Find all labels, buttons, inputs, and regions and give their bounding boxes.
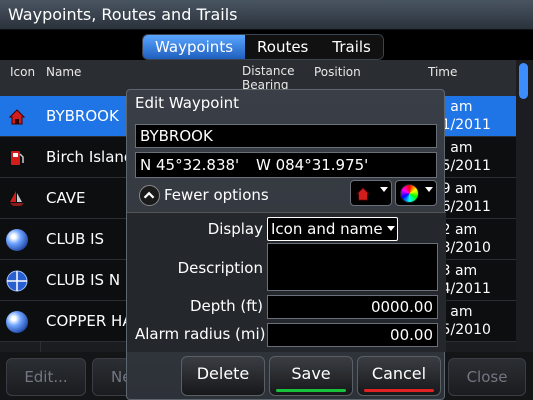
alarm-radius-label: Alarm radius (mi) — [135, 325, 266, 343]
blue-sphere-icon — [6, 311, 28, 333]
crosshair-sphere-icon — [6, 270, 28, 292]
row-name: CLUB IS N — [46, 271, 121, 289]
display-label: Display — [207, 220, 263, 238]
longitude-value: W 084°31.975' — [255, 156, 369, 174]
edit-button[interactable]: Edit... — [6, 358, 86, 396]
tab-waypoints[interactable]: Waypoints — [143, 35, 246, 59]
row-name: CAVE — [46, 189, 86, 207]
row-name: BYBROOK — [46, 107, 119, 125]
depth-label: Depth (ft) — [189, 297, 263, 315]
edit-waypoint-dialog: Edit Waypoint BYBROOK N 45°32.838' W 084… — [126, 89, 446, 400]
window-title: Waypoints, Routes and Trails — [0, 0, 533, 30]
row-name: Birch Island — [46, 148, 134, 166]
chevron-down-icon — [380, 187, 388, 192]
icon-select[interactable] — [350, 180, 392, 206]
cancel-button[interactable]: Cancel — [357, 356, 441, 396]
fewer-options-toggle[interactable] — [139, 185, 160, 206]
waypoint-name-field[interactable]: BYBROOK — [135, 124, 437, 148]
description-label: Description — [177, 259, 263, 277]
color-wheel-icon — [400, 184, 419, 203]
scrollbar-thumb[interactable] — [519, 63, 528, 99]
row-name: CLUB IS — [46, 230, 105, 248]
latitude-value: N 45°32.838' — [140, 156, 240, 174]
header-position: Position — [314, 65, 361, 79]
tab-routes[interactable]: Routes — [245, 35, 321, 59]
row-name: COPPER HA — [46, 312, 133, 330]
sailboat-icon — [10, 191, 24, 206]
delete-button-label: Delete — [196, 364, 250, 383]
header-icon: Icon — [10, 65, 36, 79]
header-distance: Distance — [242, 64, 295, 78]
tab-bar: Waypoints Routes Trails — [142, 34, 384, 60]
house-icon — [8, 109, 26, 125]
dialog-title: Edit Waypoint — [135, 94, 240, 112]
alarm-radius-field[interactable]: 00.00 — [267, 323, 438, 347]
fuel-pump-icon — [11, 151, 24, 165]
save-button[interactable]: Save — [269, 356, 353, 396]
display-select[interactable]: Icon and name — [267, 217, 398, 241]
house-icon — [355, 187, 371, 201]
color-select[interactable] — [395, 180, 437, 206]
save-button-label: Save — [291, 364, 331, 383]
save-accent — [276, 389, 346, 392]
table-scrollbar[interactable] — [516, 60, 533, 352]
delete-button[interactable]: Delete — [181, 356, 265, 396]
header-time: Time — [428, 65, 458, 79]
chevron-down-icon — [425, 187, 433, 192]
display-value: Icon and name — [271, 220, 383, 238]
description-field[interactable] — [267, 243, 438, 291]
blue-sphere-icon — [6, 229, 28, 251]
position-field[interactable]: N 45°32.838' W 084°31.975' — [135, 152, 437, 178]
chevron-down-icon — [387, 226, 395, 231]
cancel-accent — [364, 389, 434, 392]
chevron-up-icon — [143, 191, 155, 199]
cancel-button-label: Cancel — [371, 364, 427, 383]
depth-field[interactable]: 0000.00 — [267, 295, 438, 319]
close-button[interactable]: Close — [448, 358, 526, 396]
header-name: Name — [46, 65, 82, 79]
tab-trails[interactable]: Trails — [320, 35, 383, 59]
fewer-options-label[interactable]: Fewer options — [164, 185, 269, 205]
